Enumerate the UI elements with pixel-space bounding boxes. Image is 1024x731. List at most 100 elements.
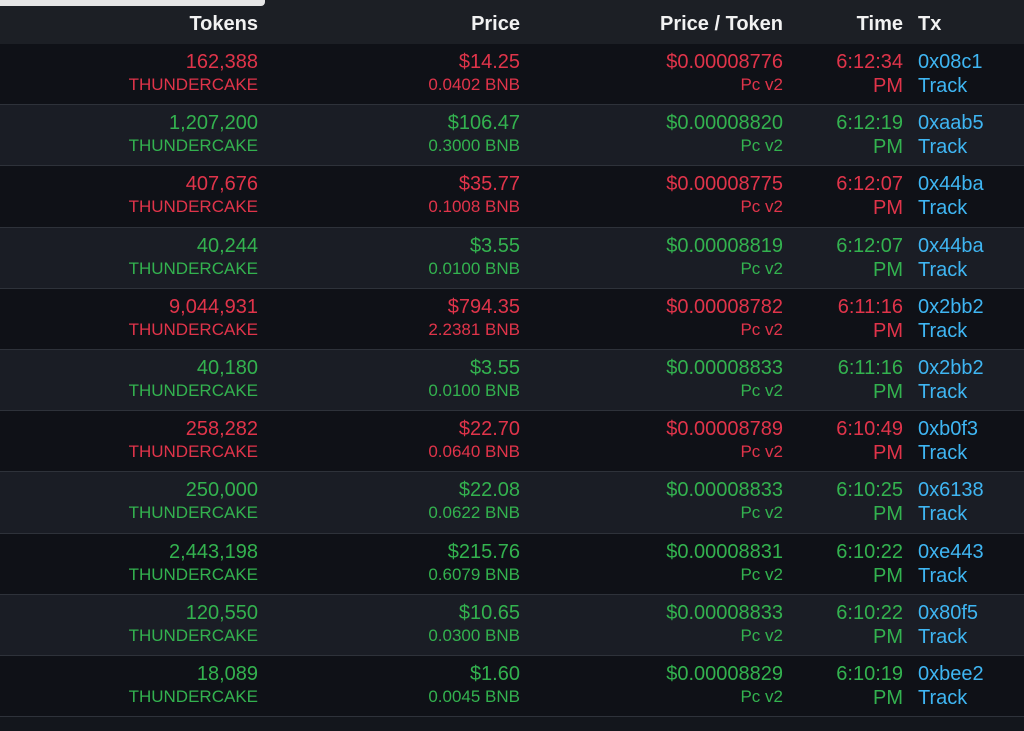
price-cell: $14.25 0.0402 BNB [428, 50, 520, 96]
price-cell: $22.70 0.0640 BNB [428, 417, 520, 463]
price-bnb: 0.0402 BNB [428, 75, 520, 94]
track-link[interactable]: Track [918, 196, 984, 220]
column-header-price[interactable]: Price [471, 12, 520, 36]
column-header-price-per-token[interactable]: Price / Token [660, 12, 783, 36]
price-bnb: 0.3000 BNB [428, 136, 520, 156]
token-amount: 2,443,198 [169, 540, 258, 563]
token-amount: 1,207,200 [169, 112, 258, 135]
price-per-token: $0.00008833 [666, 356, 783, 379]
tx-cell: 0xaab5 Track [918, 111, 984, 159]
price-per-token-cell: $0.00008789 Pc v2 [666, 417, 783, 463]
price-per-token-cell: $0.00008782 Pc v2 [666, 295, 783, 341]
track-link[interactable]: Track [918, 380, 984, 404]
table-row: 250,000 THUNDERCAKE $22.08 0.0622 BNB $0… [0, 472, 1024, 534]
price-usd: $22.70 [458, 418, 520, 441]
time-cell: 6:12:19 PM [836, 111, 903, 159]
dex-label: Pc v2 [740, 625, 783, 645]
tx-cell: 0xe443 Track [918, 540, 984, 588]
price-cell: $22.08 0.0622 BNB [428, 478, 520, 524]
token-name: THUNDERCAKE [128, 197, 258, 217]
price-per-token: $0.00008819 [666, 234, 783, 257]
price-per-token: $0.00008829 [666, 662, 783, 685]
tokens-cell: 162,388 THUNDERCAKE [129, 50, 258, 96]
token-amount: 120,550 [185, 601, 258, 624]
trade-ampm: PM [873, 380, 903, 403]
tx-cell: 0x44ba Track [918, 234, 984, 282]
track-link[interactable]: Track [918, 258, 984, 282]
window-edge [0, 0, 265, 6]
dex-label: Pc v2 [740, 319, 783, 339]
token-name: THUNDERCAKE [128, 75, 258, 94]
token-amount: 9,044,931 [169, 295, 258, 318]
price-per-token-cell: $0.00008833 Pc v2 [666, 356, 783, 402]
tokens-cell: 250,000 THUNDERCAKE [129, 478, 258, 524]
column-header-time[interactable]: Time [857, 12, 903, 36]
tokens-cell: 120,550 THUNDERCAKE [129, 601, 258, 647]
track-link[interactable]: Track [918, 502, 984, 526]
price-usd: $35.77 [458, 173, 520, 196]
price-usd: $1.60 [469, 662, 520, 685]
price-usd: $215.76 [447, 540, 520, 563]
tx-hash-link[interactable]: 0x2bb2 [918, 295, 984, 319]
tx-hash-link[interactable]: 0x44ba [918, 234, 984, 258]
dex-label: Pc v2 [740, 380, 783, 400]
price-per-token: $0.00008782 [666, 295, 783, 318]
price-per-token-cell: $0.00008833 Pc v2 [666, 478, 783, 524]
tx-hash-link[interactable]: 0x2bb2 [918, 356, 984, 380]
price-cell: $794.35 2.2381 BNB [428, 295, 520, 341]
tx-cell: 0x80f5 Track [918, 601, 978, 649]
trade-ampm: PM [873, 197, 903, 220]
track-link[interactable]: Track [918, 319, 984, 343]
price-bnb: 0.0622 BNB [428, 503, 520, 523]
column-header-tx[interactable]: Tx [918, 12, 941, 36]
time-cell: 6:12:34 PM [836, 50, 903, 98]
price-usd: $10.65 [458, 601, 520, 624]
table-row: 2,443,198 THUNDERCAKE $215.76 0.6079 BNB… [0, 533, 1024, 595]
table-row: 258,282 THUNDERCAKE $22.70 0.0640 BNB $0… [0, 411, 1024, 473]
track-link[interactable]: Track [918, 686, 984, 710]
table-row: 1,207,200 THUNDERCAKE $106.47 0.3000 BNB… [0, 105, 1024, 167]
table-header: Tokens Price Price / Token Time Tx [0, 0, 1024, 45]
tx-hash-link[interactable]: 0x08c1 [918, 50, 983, 74]
time-cell: 6:12:07 PM [836, 234, 903, 282]
tx-hash-link[interactable]: 0xe443 [918, 540, 984, 564]
table-row: 40,244 THUNDERCAKE $3.55 0.0100 BNB $0.0… [0, 227, 1024, 289]
trade-time: 6:12:19 [836, 112, 903, 135]
tx-hash-link[interactable]: 0x80f5 [918, 601, 978, 625]
tx-hash-link[interactable]: 0xaab5 [918, 111, 984, 135]
tx-hash-link[interactable]: 0xb0f3 [918, 417, 978, 441]
token-name: THUNDERCAKE [128, 136, 258, 156]
track-link[interactable]: Track [918, 441, 978, 465]
tokens-cell: 258,282 THUNDERCAKE [129, 417, 258, 463]
trade-ampm: PM [873, 564, 903, 587]
price-per-token-cell: $0.00008819 Pc v2 [666, 234, 783, 280]
dex-label: Pc v2 [740, 258, 783, 278]
time-cell: 6:10:25 PM [836, 478, 903, 526]
track-link[interactable]: Track [918, 564, 984, 588]
tx-hash-link[interactable]: 0x6138 [918, 478, 984, 502]
price-bnb: 0.0045 BNB [428, 686, 520, 706]
tx-cell: 0x2bb2 Track [918, 295, 984, 343]
table-row: 18,089 THUNDERCAKE $1.60 0.0045 BNB $0.0… [0, 655, 1024, 718]
track-link[interactable]: Track [918, 625, 978, 649]
time-cell: 6:11:16 PM [838, 356, 903, 404]
track-link[interactable]: Track [918, 135, 984, 159]
trade-ampm: PM [873, 258, 903, 281]
tx-hash-link[interactable]: 0x44ba [918, 172, 984, 196]
price-per-token-cell: $0.00008833 Pc v2 [666, 601, 783, 647]
tx-hash-link[interactable]: 0xbee2 [918, 662, 984, 686]
price-per-token-cell: $0.00008829 Pc v2 [666, 662, 783, 708]
time-cell: 6:11:16 PM [838, 295, 903, 343]
price-per-token: $0.00008831 [666, 540, 783, 563]
token-amount: 258,282 [185, 418, 258, 441]
price-usd: $3.55 [469, 234, 520, 257]
token-name: THUNDERCAKE [128, 625, 258, 645]
trade-ampm: PM [873, 442, 903, 465]
tx-cell: 0x2bb2 Track [918, 356, 984, 404]
token-amount: 40,180 [196, 356, 258, 379]
price-bnb: 0.0300 BNB [428, 625, 520, 645]
price-bnb: 0.0100 BNB [428, 380, 520, 400]
trade-ampm: PM [873, 625, 903, 648]
track-link[interactable]: Track [918, 74, 983, 98]
column-header-tokens[interactable]: Tokens [189, 12, 258, 36]
